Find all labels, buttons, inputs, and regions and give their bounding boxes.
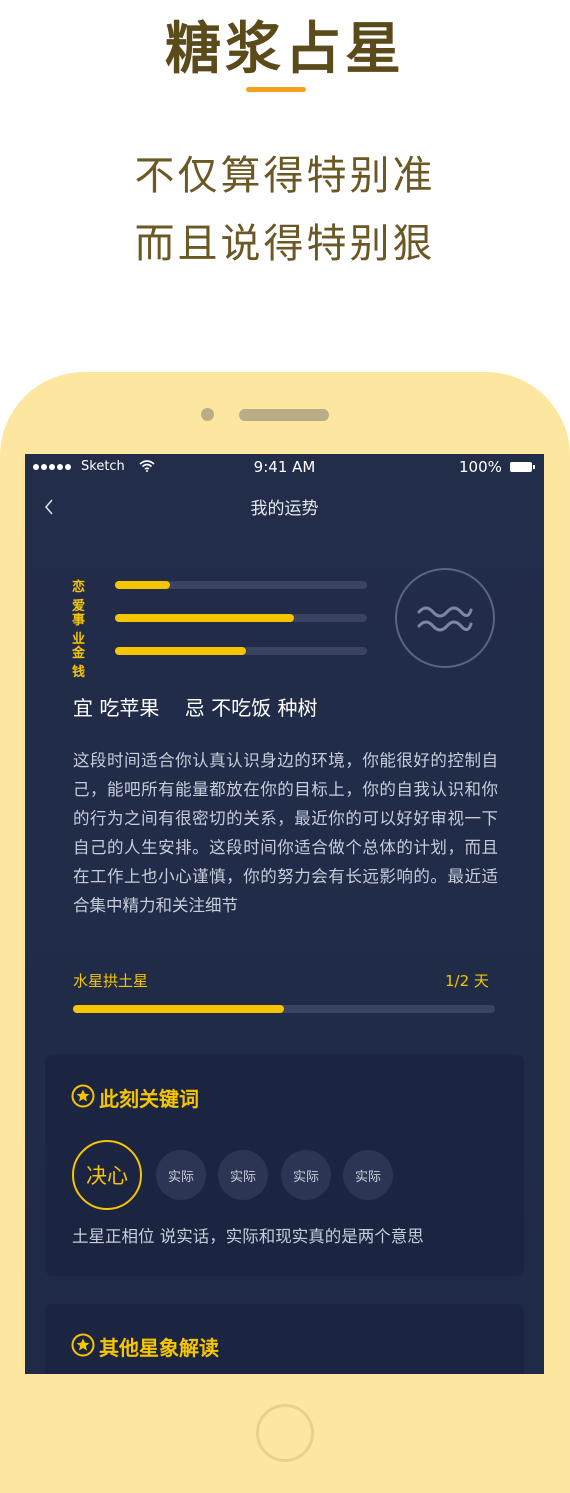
battery-percent: 100% bbox=[459, 458, 502, 476]
nav-title: 我的运势 bbox=[250, 499, 319, 519]
keyword-chip[interactable]: 实际 bbox=[218, 1150, 268, 1200]
fortune-bar-track bbox=[115, 647, 367, 655]
transit-progress-fill bbox=[73, 1005, 284, 1013]
fortune-bar-track bbox=[115, 581, 367, 589]
phone-screen: Sketch 9:41 AM 100% 我的运势 恋爱 事业 金钱 宜 吃苹果 … bbox=[25, 454, 544, 1374]
phone-home-button[interactable] bbox=[256, 1404, 314, 1462]
transit-days: 1/2 天 bbox=[445, 972, 489, 990]
star-badge-icon bbox=[71, 1084, 95, 1108]
transit-label: 水星拱土星 bbox=[73, 972, 149, 990]
phone-camera-dot bbox=[201, 408, 214, 421]
fortune-bar-fill bbox=[115, 647, 247, 655]
keyword-chip-main[interactable]: 决心 bbox=[72, 1140, 142, 1210]
fortune-bar-label: 金钱 bbox=[72, 646, 86, 680]
phone-speaker bbox=[239, 409, 329, 421]
keyword-note: 土星正相位 说实话，实际和现实真的是两个意思 bbox=[72, 1227, 424, 1246]
keywords-card-title: 此刻关键词 bbox=[99, 1087, 199, 1111]
keyword-chip[interactable]: 实际 bbox=[343, 1150, 393, 1200]
keywords-card: 此刻关键词 决心 实际 实际 实际 实际 土星正相位 说实话，实际和现实真的是两… bbox=[45, 1054, 524, 1276]
hero-title: 糖浆占星 bbox=[165, 17, 405, 82]
status-bar: Sketch 9:41 AM 100% bbox=[25, 454, 544, 480]
aquarius-icon bbox=[417, 606, 473, 632]
fortune-bar-track bbox=[115, 614, 367, 622]
fortune-description: 这段时间适合你认真认识身边的环境，你能很好的控制自己，能吧所有能量都放在你的目标… bbox=[73, 751, 498, 915]
hero-subtitle-line2: 而且说得特别狠 bbox=[134, 221, 436, 267]
transit-progress-track bbox=[73, 1005, 495, 1013]
other-readings-card[interactable]: 其他星象解读 bbox=[45, 1304, 524, 1374]
fortune-bar-fill bbox=[115, 581, 171, 589]
keyword-chip[interactable]: 实际 bbox=[281, 1150, 331, 1200]
hero-subtitle-line1: 不仅算得特别准 bbox=[134, 153, 436, 199]
do-dont-advice: 宜 吃苹果 忌 不吃饭 种树 bbox=[73, 696, 318, 720]
keyword-chip[interactable]: 实际 bbox=[156, 1150, 206, 1200]
fortune-bar-fill bbox=[115, 614, 294, 622]
star-badge-icon bbox=[71, 1333, 95, 1357]
zodiac-badge[interactable] bbox=[395, 568, 495, 668]
hero-divider bbox=[246, 87, 306, 92]
other-readings-card-title: 其他星象解读 bbox=[99, 1336, 219, 1360]
battery-icon bbox=[510, 462, 535, 472]
